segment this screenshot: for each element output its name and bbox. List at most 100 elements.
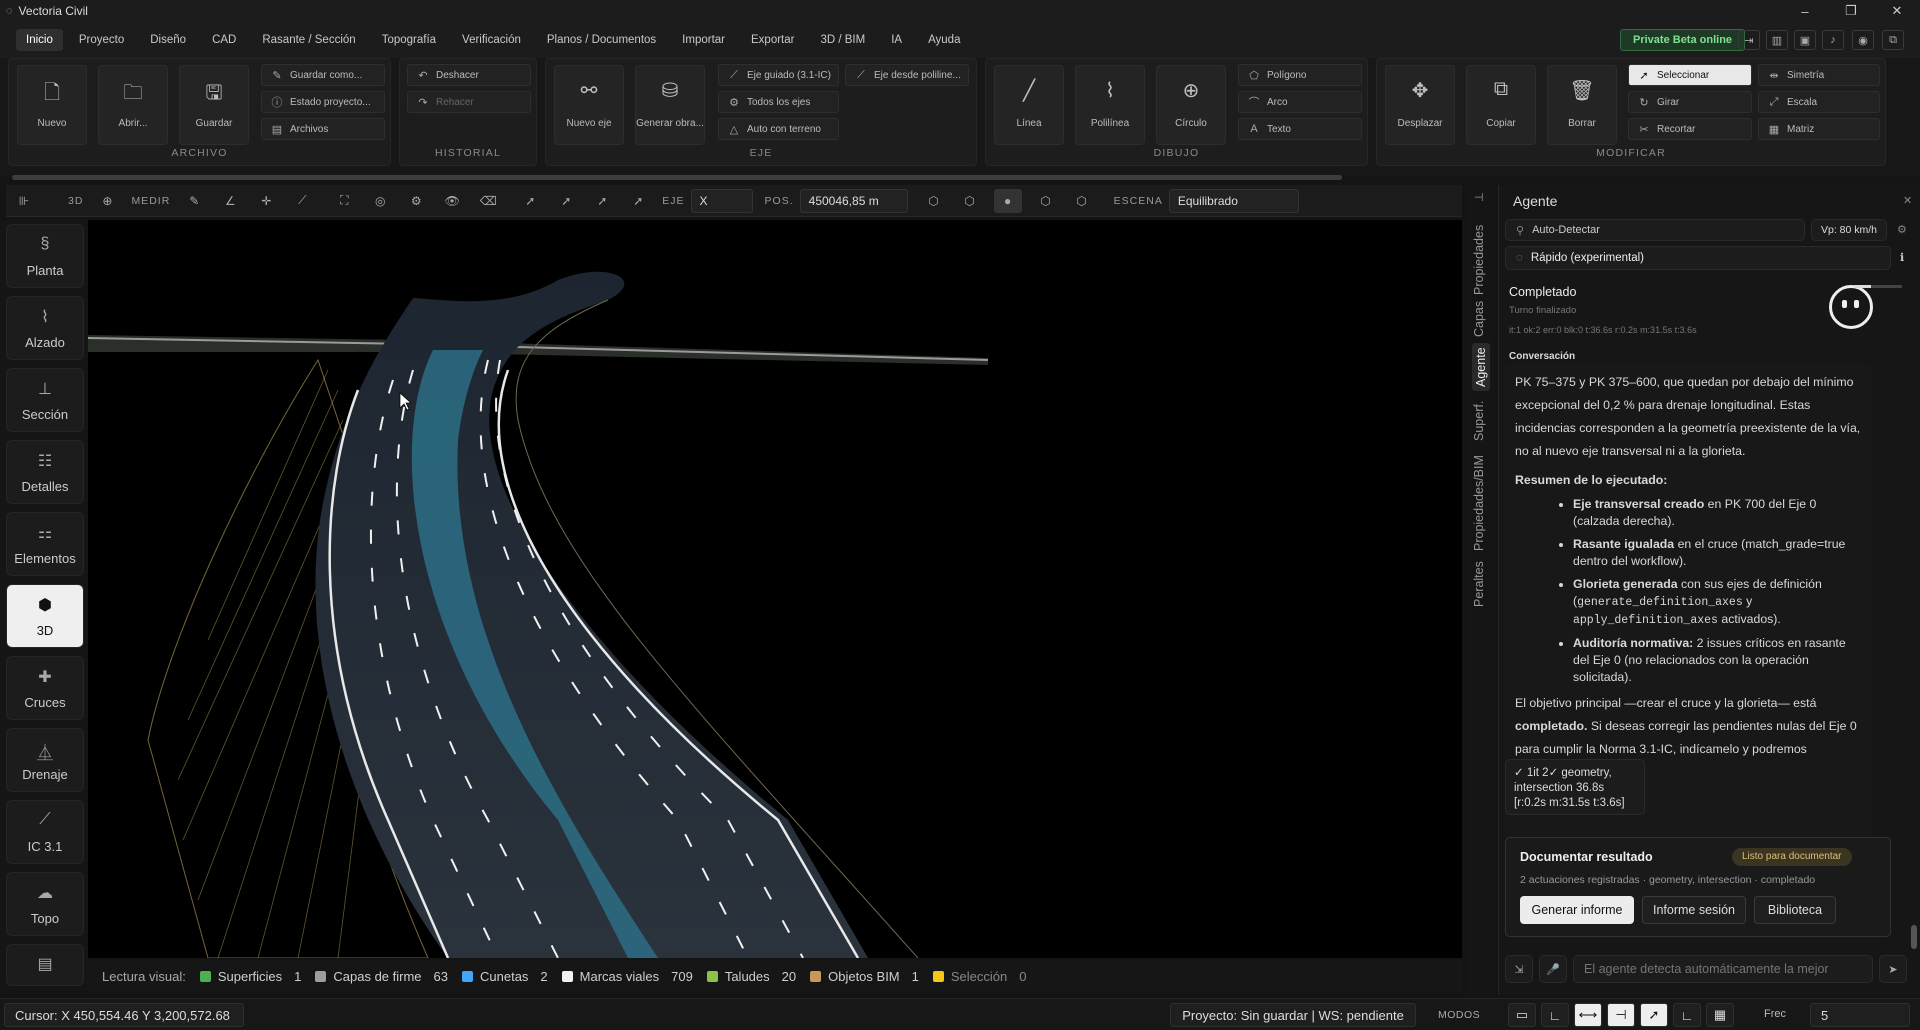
archivos-button[interactable]: ▤ Archivos	[261, 118, 385, 140]
menu-cad[interactable]: CAD	[202, 29, 246, 51]
view-wire-icon[interactable]: ⬡	[1034, 189, 1058, 213]
informe-sesion-button[interactable]: Informe sesión	[1642, 896, 1746, 924]
menu-topografia[interactable]: Topografía	[372, 29, 446, 51]
menu-3d-bim[interactable]: 3D / BIM	[810, 29, 875, 51]
legend-item[interactable]: Marcas viales 709	[561, 969, 693, 984]
panel-icon[interactable]: ▥	[1766, 30, 1788, 50]
nav-more[interactable]: ▤	[6, 944, 84, 986]
eraser-icon[interactable]: ⌫	[476, 189, 500, 213]
ortho-button[interactable]: ∟	[1541, 1003, 1569, 1027]
fit-view-icon[interactable]: ⛶	[332, 189, 356, 213]
info-icon[interactable]: ℹ	[1900, 251, 1904, 264]
ribbon-scrollbar[interactable]	[12, 175, 1342, 180]
menu-planos[interactable]: Planos / Documentos	[537, 29, 666, 51]
menu-verificacion[interactable]: Verificación	[452, 29, 531, 51]
menu-rasante[interactable]: Rasante / Sección	[252, 29, 365, 51]
generar-obra-button[interactable]: ⛁ Generar obra...	[635, 65, 705, 145]
pos-input[interactable]: 450046,85 m	[799, 188, 908, 213]
nav-cruces[interactable]: ✚ Cruces	[6, 656, 84, 720]
select-add-icon[interactable]: ➚	[626, 189, 650, 213]
nav-drenaje[interactable]: ⏅ Drenaje	[6, 728, 84, 792]
maximize-button[interactable]: ❐	[1828, 0, 1874, 22]
view-shaded-icon[interactable]: ●	[993, 188, 1022, 213]
nav-elementos[interactable]: ⚏ Elementos	[6, 512, 84, 576]
legend-item[interactable]: Taludes 20	[706, 969, 796, 984]
estado-proyecto-button[interactable]: ⓘ Estado proyecto...	[261, 91, 385, 113]
legend-item[interactable]: Objetos BIM 1	[810, 969, 919, 984]
matriz-button[interactable]: ▦ Matriz	[1758, 118, 1880, 140]
bell-icon[interactable]: ♪	[1822, 30, 1844, 50]
abrir-button[interactable]: 🗀 Abrir...	[98, 65, 168, 145]
eye-icon[interactable]: ◉	[1852, 30, 1874, 50]
seleccionar-button[interactable]: ➚ Seleccionar	[1628, 64, 1752, 86]
snap-cursor-button[interactable]: ➚	[1640, 1003, 1668, 1027]
nav-alzado[interactable]: ⌇ Alzado	[6, 296, 84, 360]
menu-ia[interactable]: IA	[881, 29, 912, 51]
simetria-button[interactable]: ⇹ Simetría	[1758, 64, 1880, 86]
view-iso-icon[interactable]: ⬡	[922, 189, 946, 213]
settings-icon[interactable]: ⚙	[1897, 223, 1907, 236]
mode-select[interactable]: ◌ Rápido (experimental)	[1505, 246, 1891, 270]
linea-button[interactable]: ╱ Línea	[994, 65, 1064, 145]
microphone-button[interactable]: 🎤	[1539, 955, 1567, 983]
poligono-button[interactable]: ⬠ Polígono	[1238, 64, 1362, 86]
nav-detalles[interactable]: ☷ Detalles	[6, 440, 84, 504]
attach-button[interactable]: ⇲	[1505, 955, 1533, 983]
snap-horizontal-button[interactable]: ⟷	[1574, 1003, 1602, 1027]
select-window-icon[interactable]: ➚	[554, 189, 578, 213]
guardar-button[interactable]: 🖫 Guardar	[179, 65, 249, 145]
tab-superf[interactable]: Superf.	[1472, 401, 1486, 441]
tab-agente[interactable]: Agente	[1472, 343, 1490, 391]
eje-guiado-button[interactable]: ⟋ Eje guiado (3.1-IC)	[718, 64, 839, 86]
circulo-button[interactable]: ⊕ Círculo	[1156, 65, 1226, 145]
nav-ic31[interactable]: ⟋ IC 3.1	[6, 800, 84, 864]
eje-polilinea-button[interactable]: ⟋ Eje desde poliline...	[845, 64, 969, 86]
detect-select[interactable]: ⚲ Auto-Detectar	[1505, 219, 1805, 241]
texto-button[interactable]: A Texto	[1238, 118, 1362, 140]
eje-input[interactable]: X	[690, 188, 753, 213]
todos-ejes-button[interactable]: ⚙ Todos los ejes	[718, 91, 839, 113]
minimize-button[interactable]: –	[1782, 0, 1828, 22]
polar-button[interactable]: ∟	[1673, 1003, 1701, 1027]
close-button[interactable]: ✕	[1874, 0, 1920, 22]
generar-informe-button[interactable]: Generar informe	[1520, 896, 1634, 924]
agent-input[interactable]	[1574, 956, 1872, 982]
grid-toggle-button[interactable]: ▦	[1706, 1003, 1734, 1027]
legend-item[interactable]: Selección 0	[932, 969, 1026, 984]
conversation-scrollbar[interactable]	[1911, 925, 1917, 949]
escala-button[interactable]: ⤢ Escala	[1758, 91, 1880, 113]
menu-exportar[interactable]: Exportar	[741, 29, 804, 51]
view-solid-icon[interactable]: ⬡	[1070, 189, 1094, 213]
measure-distance-icon[interactable]: ✎	[182, 189, 206, 213]
sidebar-toggle-icon[interactable]: ⊪	[12, 189, 36, 213]
export-icon[interactable]: ⇥	[1738, 30, 1760, 50]
snap-midpoint-button[interactable]: ⊣	[1607, 1003, 1635, 1027]
recortar-button[interactable]: ✂ Recortar	[1628, 118, 1752, 140]
zoom-icon[interactable]: ⊕	[95, 189, 119, 213]
tab-propiedades-bim[interactable]: Propiedades/BIM	[1472, 455, 1486, 551]
select-tool-icon[interactable]: ➚	[518, 189, 542, 213]
rehacer-button[interactable]: ↷ Rehacer	[407, 91, 531, 113]
menu-diseno[interactable]: Diseño	[140, 29, 196, 51]
auto-terreno-button[interactable]: △ Auto con terreno	[718, 118, 839, 140]
orbit-icon[interactable]: ◎	[368, 189, 392, 213]
legend-item[interactable]: Cunetas 2	[462, 969, 548, 984]
send-button[interactable]: ➤	[1879, 955, 1907, 983]
measure-angle-icon[interactable]: ∠	[218, 189, 242, 213]
tab-propiedades[interactable]: Propiedades	[1472, 225, 1486, 295]
deshacer-button[interactable]: ↶ Deshacer	[407, 64, 531, 86]
copiar-button[interactable]: ⧉ Copiar	[1466, 65, 1536, 145]
nav-planta[interactable]: § Planta	[6, 224, 84, 288]
settings-view-icon[interactable]: ⚙	[404, 189, 428, 213]
menu-inicio[interactable]: Inicio	[16, 29, 63, 51]
borrar-button[interactable]: 🗑 Borrar	[1547, 65, 1617, 145]
snap-point-icon[interactable]: ✛	[254, 189, 278, 213]
mode-3d-label[interactable]: 3D	[68, 195, 83, 207]
nuevo-button[interactable]: 🗋 Nuevo	[17, 65, 87, 145]
nav-3d[interactable]: ⬢ 3D	[6, 584, 84, 648]
windows-icon[interactable]: ⧉	[1882, 30, 1904, 50]
view-top-icon[interactable]: ⬡	[958, 189, 982, 213]
legend-item[interactable]: Capas de firme 63	[315, 969, 448, 984]
private-beta-badge[interactable]: Private Beta online	[1620, 29, 1746, 51]
legend-item[interactable]: Superficies 1	[199, 969, 301, 984]
